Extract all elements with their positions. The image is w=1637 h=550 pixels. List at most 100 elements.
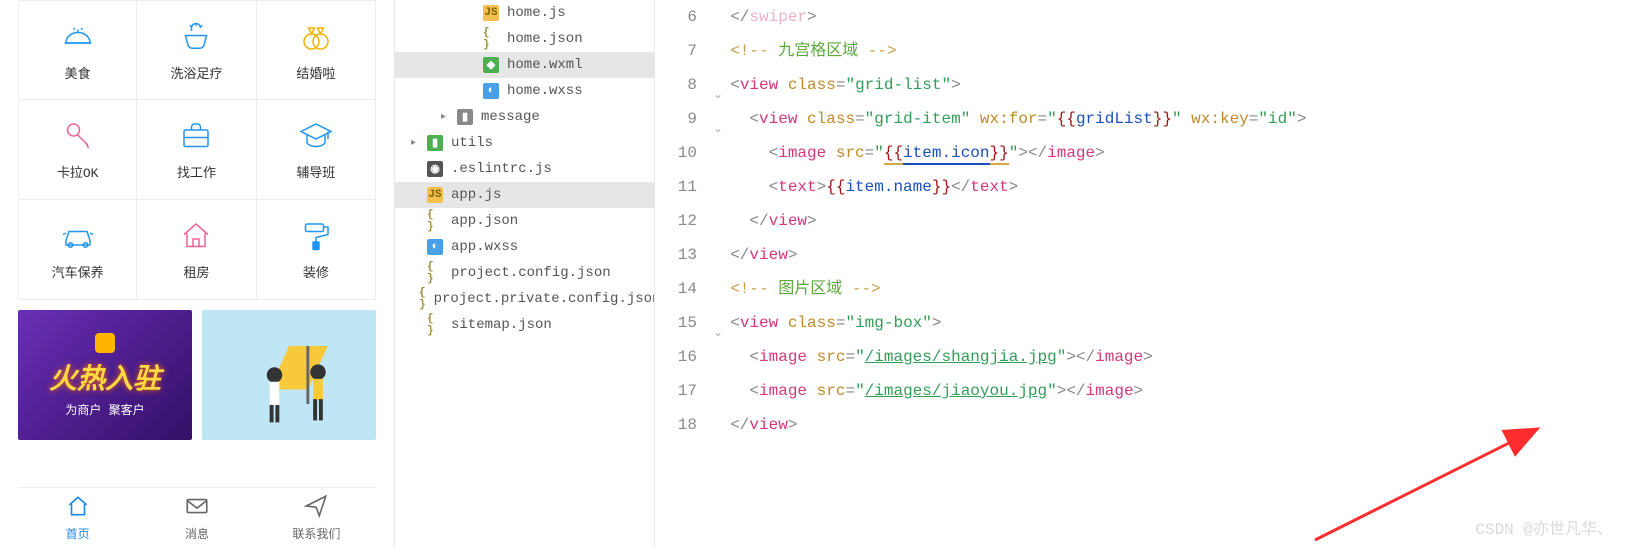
grid-item[interactable]: 结婚啦 [257, 0, 376, 100]
file-label: home.wxml [507, 57, 583, 73]
line-number: 7 [655, 34, 711, 68]
grid-item-label: 装修 [303, 262, 329, 281]
file-label: home.wxss [507, 83, 583, 99]
grid-item[interactable]: 汽车保养 [18, 200, 137, 300]
file-type-icon: ▮ [457, 109, 473, 125]
grid-item-label: 汽车保养 [52, 262, 104, 281]
tabbar: 首页 消息 联系我们 [18, 487, 376, 547]
line-number: 18 [655, 408, 711, 442]
file-type-icon: { } [427, 265, 443, 281]
file-label: app.json [451, 213, 518, 229]
file-node[interactable]: { } project.private.config.json [395, 286, 654, 312]
file-type-icon: { } [427, 213, 443, 229]
car-icon [60, 218, 96, 254]
file-node[interactable]: ◆ home.wxml [395, 52, 654, 78]
grid-item-label: 美食 [65, 63, 91, 82]
file-node[interactable]: ◉ .eslintrc.js [395, 156, 654, 182]
tab-label: 首页 [66, 525, 90, 542]
file-node[interactable]: ▸ ▮ message [395, 104, 654, 130]
grid-item[interactable]: 装修 [257, 200, 376, 300]
twisty-icon: ▸ [441, 111, 449, 123]
banner-jiaoyou[interactable] [202, 310, 376, 440]
line-number: 9⌄ [655, 102, 711, 136]
file-type-icon: JS [427, 187, 443, 203]
file-node[interactable]: ◐ app.wxss [395, 234, 654, 260]
file-label: utils [451, 135, 493, 151]
file-type-icon: { } [419, 291, 426, 307]
grid-item[interactable]: 辅导班 [257, 100, 376, 200]
file-node[interactable]: ▸ ▮ utils [395, 130, 654, 156]
banner-shangjia[interactable]: 火热入驻 为商户 聚客户 [18, 310, 192, 440]
grid-item[interactable]: 洗浴足疗 [137, 0, 256, 100]
fold-icon[interactable]: ⌄ [713, 316, 723, 350]
briefcase-icon [178, 118, 214, 154]
mobile-preview: 美食 洗浴足疗 结婚啦卡拉OK 找工作 辅导班汽车保养 租房 装修 火热入驻 为商户 聚客户 [0, 0, 395, 547]
food-icon [60, 19, 96, 55]
file-node[interactable]: { } app.json [395, 208, 654, 234]
line-number: 16 [655, 340, 711, 374]
grid-item-label: 卡拉OK [57, 162, 99, 181]
line-number: 8⌄ [655, 68, 711, 102]
file-node[interactable]: { } sitemap.json [395, 312, 654, 338]
line-number: 14 [655, 272, 711, 306]
mic-icon [60, 118, 96, 154]
file-label: home.json [507, 31, 583, 47]
line-number: 15⌄ [655, 306, 711, 340]
file-type-icon: { } [427, 317, 443, 333]
grid-item[interactable]: 美食 [18, 0, 137, 100]
roller-icon [298, 218, 334, 254]
file-explorer[interactable]: JShome.js{ }home.json◆home.wxml◐home.wxs… [395, 0, 655, 547]
grid-item-label: 洗浴足疗 [170, 63, 222, 82]
file-node[interactable]: JShome.js [395, 0, 654, 26]
tab-label: 消息 [185, 525, 209, 542]
grid-item-label: 找工作 [177, 162, 216, 181]
file-label: app.js [451, 187, 501, 203]
tab-mail[interactable]: 消息 [137, 488, 256, 547]
file-node[interactable]: ◐ home.wxss [395, 78, 654, 104]
twisty-icon: ▸ [411, 137, 419, 149]
shower-icon [178, 19, 214, 55]
fold-icon[interactable]: ⌄ [713, 112, 723, 146]
file-label: sitemap.json [451, 317, 552, 333]
rings-icon [298, 19, 334, 55]
file-label: project.config.json [451, 265, 611, 281]
watermark: CSDN @亦世凡华、 [1475, 515, 1613, 539]
grid-item[interactable]: 租房 [137, 200, 256, 300]
file-type-icon: ◐ [483, 83, 499, 99]
line-number: 17 [655, 374, 711, 408]
file-node[interactable]: { } home.json [395, 26, 654, 52]
tab-send[interactable]: 联系我们 [257, 488, 376, 547]
mail-icon [184, 493, 210, 523]
grid-list: 美食 洗浴足疗 结婚啦卡拉OK 找工作 辅导班汽车保养 租房 装修 [18, 0, 376, 300]
grid-item-label: 租房 [183, 262, 209, 281]
file-label: app.wxss [451, 239, 518, 255]
file-node[interactable]: JS app.js [395, 182, 654, 208]
grid-item[interactable]: 找工作 [137, 100, 256, 200]
tab-home[interactable]: 首页 [18, 488, 137, 547]
line-number: 11 [655, 170, 711, 204]
file-node[interactable]: { } project.config.json [395, 260, 654, 286]
fold-icon[interactable]: ⌄ [713, 78, 723, 112]
tab-label: 联系我们 [292, 525, 340, 542]
home-icon [65, 493, 91, 523]
file-label: home.js [507, 5, 566, 21]
code-editor[interactable]: 6 </swiper> 7 <!-- 九宫格区域 --> 8⌄ <view cl… [655, 0, 1637, 547]
grid-item-label: 结婚啦 [296, 63, 335, 82]
image-box: 火热入驻 为商户 聚客户 [18, 310, 376, 440]
gradcap-icon [298, 118, 334, 154]
file-type-icon: { } [483, 31, 499, 47]
line-number: 13 [655, 238, 711, 272]
file-type-icon: ◐ [427, 239, 443, 255]
file-label: message [481, 109, 540, 125]
line-number: 10 [655, 136, 711, 170]
file-type-icon: ◆ [483, 57, 499, 73]
file-label: project.private.config.json [434, 291, 655, 307]
grid-item[interactable]: 卡拉OK [18, 100, 137, 200]
file-label: .eslintrc.js [451, 161, 552, 177]
file-type-icon: ▮ [427, 135, 443, 151]
file-type-icon: ◉ [427, 161, 443, 177]
line-number: 6 [655, 0, 711, 34]
grid-item-label: 辅导班 [296, 162, 335, 181]
send-icon [303, 493, 329, 523]
line-number: 12 [655, 204, 711, 238]
